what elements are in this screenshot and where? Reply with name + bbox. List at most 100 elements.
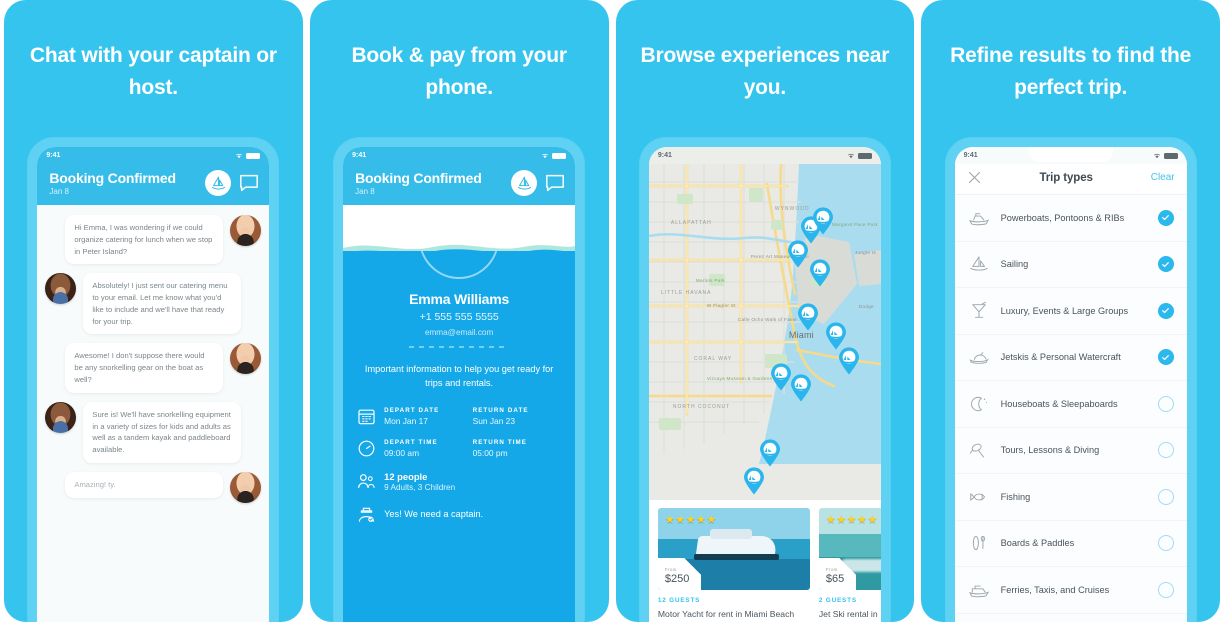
listing-card[interactable]: ★★★★★ From $65 2 GUESTS Jet Ski rental i…: [818, 508, 881, 622]
price-tag: From $65: [818, 558, 857, 590]
message-icon[interactable]: [239, 174, 259, 192]
listing-card[interactable]: ★★★★★ From $250 12 GUESTS Motor Yacht fo…: [657, 508, 810, 622]
checkbox-unchecked[interactable]: [1157, 535, 1174, 552]
checkbox-unchecked[interactable]: [1157, 442, 1174, 459]
panel-chat: Chat with your captain or host. 9:41 Boo…: [4, 0, 303, 622]
sailboat-badge[interactable]: [205, 170, 232, 197]
status-indicators: [1153, 152, 1178, 159]
checkbox-checked[interactable]: [1157, 256, 1174, 273]
map-pin[interactable]: [809, 259, 831, 287]
sailboat-icon: [517, 176, 531, 190]
map-pin[interactable]: [787, 240, 809, 268]
map-pin[interactable]: [743, 467, 765, 495]
sailboat-badge[interactable]: [511, 170, 538, 197]
check-icon: [1162, 354, 1170, 360]
trip-type-row[interactable]: Jetskis & Personal Watercraft: [954, 335, 1187, 381]
status-indicators: [847, 152, 872, 159]
status-indicators: [541, 152, 567, 159]
checkbox-unchecked[interactable]: [1157, 488, 1174, 505]
chat-row: Sure is! We'll have snorkelling equipmen…: [45, 401, 261, 463]
trip-type-row[interactable]: Tours, Lessons & Diving: [954, 428, 1187, 474]
map-pin[interactable]: [797, 303, 819, 331]
detail-cols: DEPART DATE Mon Jan 17 RETURN DATE Sun J…: [384, 407, 561, 426]
avatar-emma: [45, 273, 77, 305]
map-pin[interactable]: [812, 207, 834, 235]
map-label: Vizcaya Museum & Gardens: [706, 376, 773, 381]
depart-time-label: DEPART TIME: [384, 438, 438, 446]
map-pin-icon: [797, 303, 818, 331]
message-icon[interactable]: [545, 174, 565, 192]
captain-text: Yes! We need a captain.: [384, 509, 484, 520]
profile-name: Emma Williams: [409, 291, 510, 308]
trip-type-label: Houseboats & Sleepaboards: [1000, 398, 1118, 409]
captain-icon: [358, 507, 375, 522]
chat-message-list[interactable]: Hi Emma, I was wondering if we could org…: [37, 205, 270, 622]
listing-guests: 2 GUESTS: [818, 597, 857, 604]
phone-frame-filters: 9:41 Trip types Clear Powerboats, Pontoo…: [945, 138, 1196, 622]
battery-icon: [246, 152, 261, 159]
listing-title: Motor Yacht for rent in Miami Beach: [657, 609, 795, 619]
filters-header: Trip types Clear: [954, 164, 1187, 195]
rating-stars: ★★★★★: [825, 514, 878, 526]
return-time-value: 05:00 pm: [472, 447, 508, 458]
map-label: LITTLE HAVANA: [660, 290, 712, 296]
listing-guests: 12 GUESTS: [657, 597, 701, 604]
battery-icon: [1163, 152, 1178, 159]
listing-cards[interactable]: ★★★★★ From $250 12 GUESTS Motor Yacht fo…: [648, 500, 881, 622]
phone-frame-booking: 9:41 Booking Confirmed Jan 8 Emma Willia…: [334, 138, 585, 622]
chat-bubble: Absolutely! I just sent our catering men…: [83, 273, 242, 335]
jetski-icon: [968, 347, 990, 367]
trip-type-row[interactable]: Ferries, Taxis, and Cruises: [954, 567, 1187, 614]
trip-type-row[interactable]: Fishing: [954, 474, 1187, 521]
profile-phone[interactable]: +1 555 555 5555: [343, 311, 575, 323]
profile-email[interactable]: emma@email.com: [343, 328, 575, 337]
chat-date: Jan 8: [49, 187, 69, 197]
checkbox-checked[interactable]: [1157, 302, 1174, 319]
wifi-icon: [1153, 153, 1160, 158]
panel-filters-title: Refine results to find the perfect trip.: [950, 44, 1192, 99]
trip-type-row[interactable]: Houseboats & Sleepaboards: [954, 381, 1187, 428]
depart-date: DEPART DATE Mon Jan 17: [384, 407, 473, 426]
checkbox-checked[interactable]: [1157, 349, 1174, 366]
chat-title: Booking Confirmed: [49, 170, 176, 186]
checkbox-unchecked[interactable]: [1157, 395, 1174, 412]
trip-type-row[interactable]: Powerboats, Pontoons & RIBs: [954, 195, 1187, 242]
price-label: From: [825, 567, 838, 572]
trip-type-label: Ferries, Taxis, and Cruises: [1000, 584, 1110, 595]
checkbox-checked[interactable]: [1157, 209, 1174, 226]
map-pin[interactable]: [838, 347, 860, 375]
map-pin[interactable]: [770, 363, 792, 391]
trip-type-label: Jetskis & Personal Watercraft: [1000, 352, 1121, 363]
status-time: 9:41: [352, 152, 367, 159]
trip-type-list[interactable]: Powerboats, Pontoons & RIBs Sailing Luxury…: [954, 195, 1187, 622]
trip-type-row[interactable]: Boards & Paddles: [954, 521, 1187, 567]
checkbox-unchecked[interactable]: [1157, 581, 1174, 598]
booking-title: Booking Confirmed: [355, 170, 482, 186]
people-summary: 12 people 9 Adults, 3 Children: [384, 471, 455, 492]
chat-bubble: Awesome! I don't suppose there would be …: [65, 343, 224, 393]
close-icon[interactable]: [967, 170, 982, 185]
map-pin[interactable]: [759, 439, 781, 467]
message-input[interactable]: Amazing! ty.: [65, 471, 224, 498]
map-view[interactable]: ALLAPATTAH WYNWOOD Margaret Pace Park Pe…: [648, 164, 881, 622]
map-pin[interactable]: [790, 374, 812, 402]
profile-note: Important information to help you get re…: [364, 364, 554, 389]
trip-type-row[interactable]: Sailing: [954, 242, 1187, 288]
status-bar: 9:41: [648, 147, 881, 164]
depart-date-label: DEPART DATE: [384, 406, 440, 414]
map-pin-icon: [759, 439, 780, 467]
dashed-divider: [409, 346, 510, 349]
phone-screen-map: 9:41 ALLAPATTAH WYNWOOD Margaret Pace Pa…: [648, 147, 881, 622]
detail-row-times: DEPART TIME 09:00 am RETURN TIME 05:00 p…: [357, 439, 561, 458]
listing-image: ★★★★★ From $65: [818, 508, 881, 590]
map-label: ALLAPATTAH: [670, 220, 712, 226]
rating-stars: ★★★★★: [664, 514, 717, 526]
clear-button[interactable]: Clear: [1151, 172, 1175, 183]
detail-row-captain: Yes! We need a captain.: [357, 505, 561, 524]
return-date-value: Sun Jan 23: [472, 415, 515, 426]
battery-icon: [857, 152, 872, 159]
chat-row: Awesome! I don't suppose there would be …: [45, 343, 262, 393]
detail-row-people: 12 people 9 Adults, 3 Children: [357, 471, 561, 492]
trip-type-row[interactable]: Luxury, Events & Large Groups: [954, 288, 1187, 335]
map-pin[interactable]: [825, 322, 847, 350]
